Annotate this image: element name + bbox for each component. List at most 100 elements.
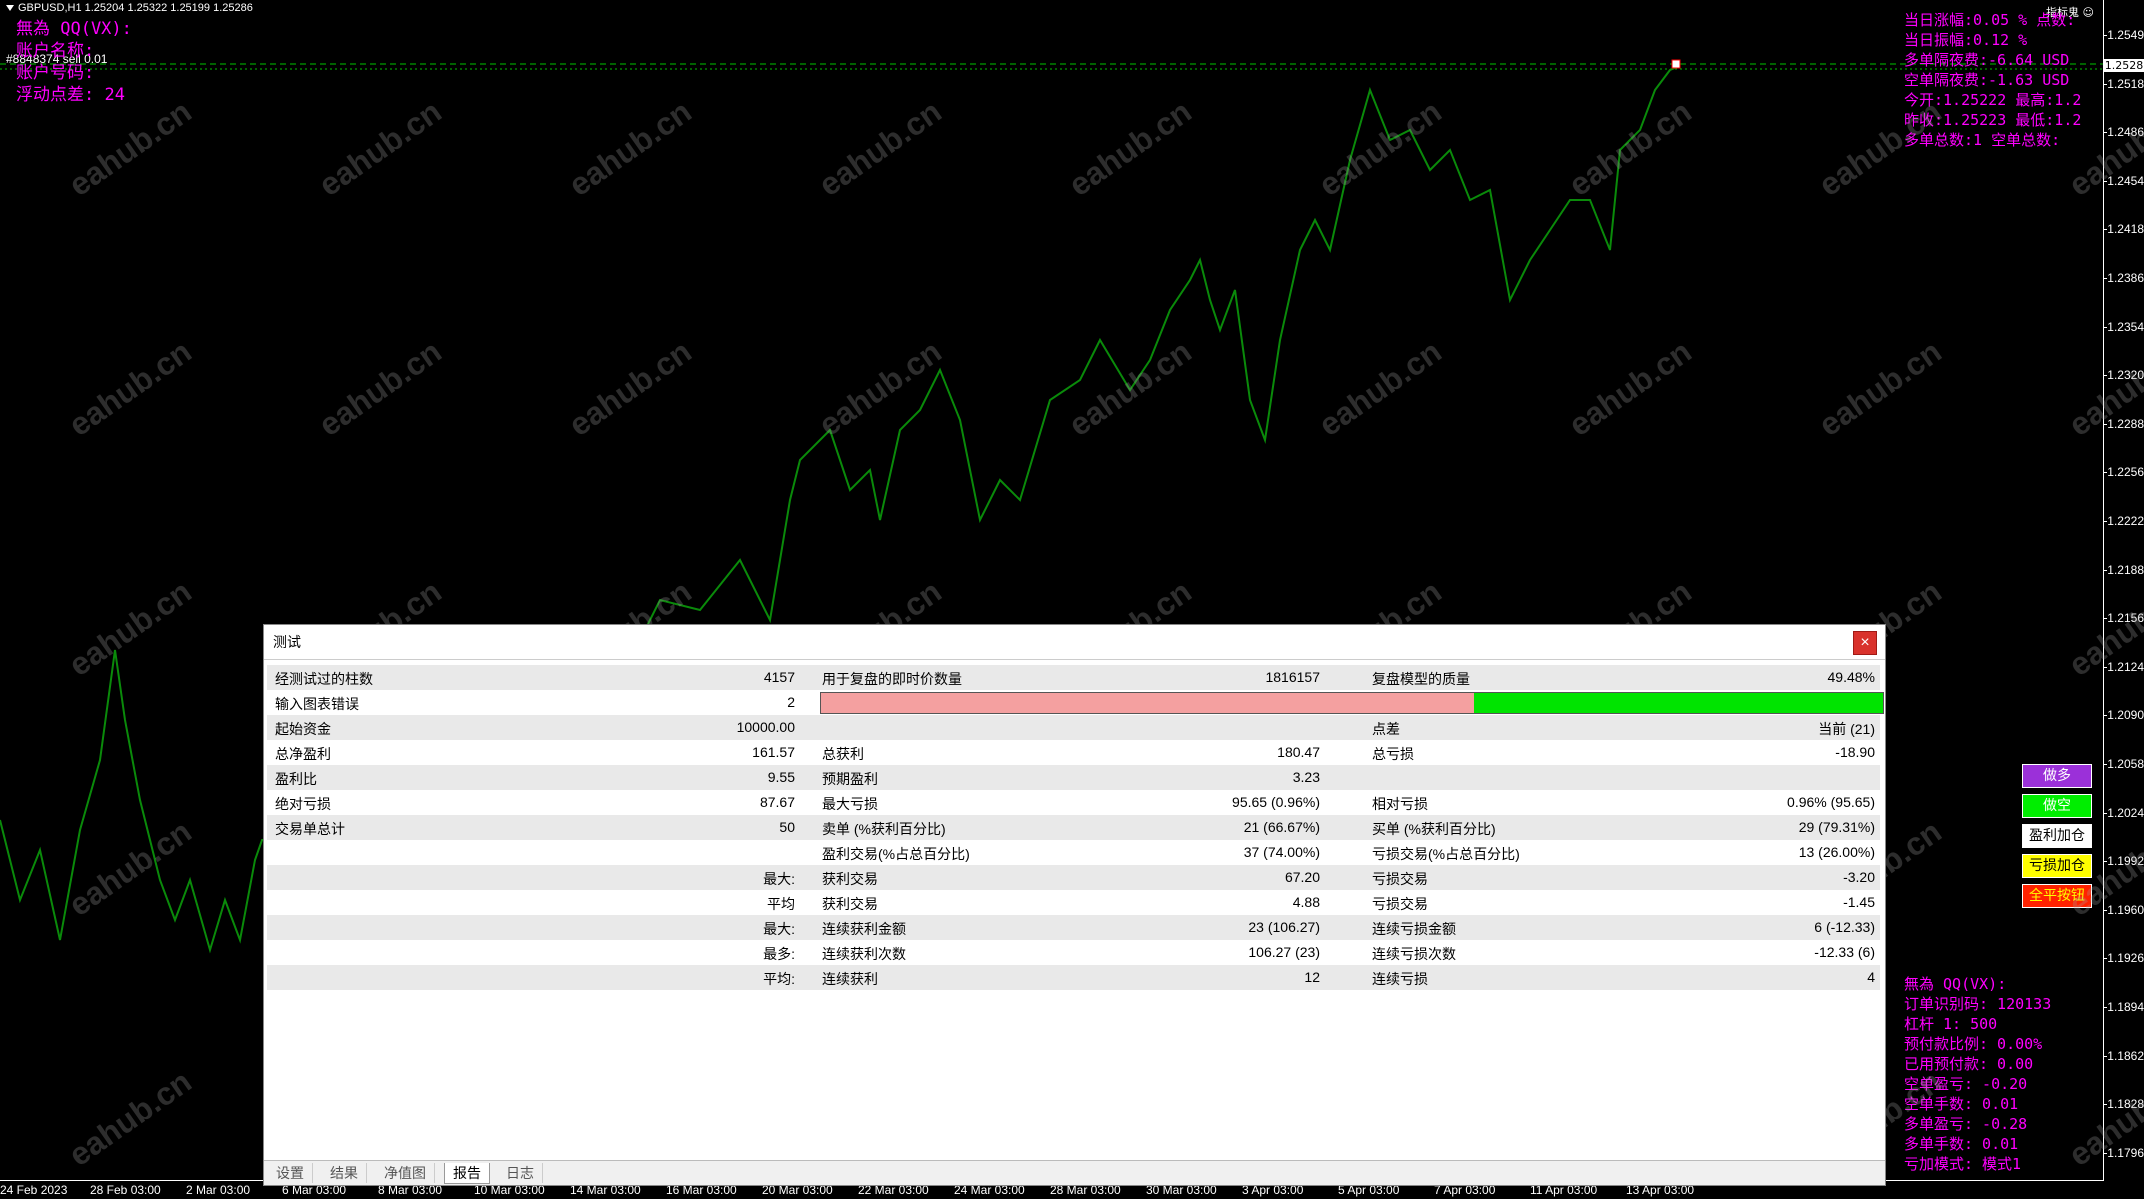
trade-button[interactable]: 做多: [2022, 764, 2092, 788]
report-cell: 亏损交易(%占总百分比): [1372, 846, 1520, 862]
price-axis[interactable]: 1.2528 1.2549 1.2518 1.2486 1.2454 1.2418 1.2…: [2103, 0, 2144, 1180]
price-tick-label: 1.2256: [2103, 465, 2144, 480]
report-cell: 连续亏损金额: [1372, 921, 1456, 937]
report-cell: 卖单 (%获利百分比): [822, 821, 946, 837]
tester-tab[interactable]: 设置: [268, 1163, 313, 1183]
price-tick-label: 1.2188: [2103, 562, 2144, 577]
tester-tabs: 设置 结果 净值图 报告 日志: [264, 1160, 1885, 1185]
report-cell: 起始资金: [275, 721, 331, 737]
report-cell: 连续亏损: [1372, 971, 1428, 987]
trade-button[interactable]: 亏损加仓: [2022, 854, 2092, 878]
report-row: 总净盈利 161.57 总获利 180.47 总亏损 -18.90: [267, 740, 1880, 765]
report-row: 起始资金 10000.00 点差 当前 (21): [267, 715, 1880, 740]
info-line: 無為 QQ(VX):: [16, 19, 132, 39]
report-cell: -1.45: [1843, 894, 1875, 910]
report-cell: 总净盈利: [275, 746, 331, 762]
report-cell: 67.20: [1284, 869, 1320, 885]
report-cell: 交易单总计: [275, 821, 345, 837]
report-cell: 输入图表错误: [275, 696, 359, 712]
report-cell: 2: [787, 694, 795, 710]
report-cell: 49.48%: [1827, 669, 1875, 685]
report-cell: 最大:: [763, 921, 795, 937]
report-cell: -12.33 (6): [1814, 944, 1875, 960]
report-cell: 4157: [763, 669, 795, 685]
info-line: 已用预付款: 0.00: [1904, 1055, 2034, 1073]
info-line: 多单总数:1 空单总数:: [1904, 131, 2061, 149]
report-cell: 获利交易: [822, 896, 878, 912]
report-cell: 买单 (%获利百分比): [1372, 821, 1496, 837]
report-cell: 最多:: [763, 946, 795, 962]
report-cell: 相对亏损: [1372, 796, 1428, 812]
report-cell: 最大:: [763, 871, 795, 887]
price-tick-label: 1.2418: [2103, 222, 2144, 237]
info-line: 今开:1.25222 最高:1.2: [1904, 91, 2082, 109]
report-cell: 点差: [1372, 721, 1400, 737]
report-row: 盈利交易(%占总百分比) 37 (74.00%) 亏损交易(%占总百分比) 13 (2…: [267, 840, 1880, 865]
trade-button[interactable]: 做空: [2022, 794, 2092, 818]
report-cell: 亏损交易: [1372, 896, 1428, 912]
report-cell: 106.27 (23): [1248, 944, 1320, 960]
time-tick-label: 24 Feb 2023: [0, 1183, 68, 1197]
price-tick-label: 1.2288: [2103, 416, 2144, 431]
report-cell: 连续亏损次数: [1372, 946, 1456, 962]
info-line: 空单手数: 0.01: [1904, 1095, 2019, 1113]
report-cell: 总获利: [822, 746, 864, 762]
quality-bar-ok: [1474, 693, 1883, 713]
price-tick-label: 1.2058: [2103, 757, 2144, 771]
report-cell: 12: [1304, 969, 1320, 985]
report-cell: 1816157: [1265, 669, 1320, 685]
dropdown-triangle-icon[interactable]: [6, 5, 14, 12]
top-left-info: 無為 QQ(VX): 账户名称: 账户号码: 浮动点差: 24: [16, 18, 132, 106]
info-line: 当日振幅:0.12 %: [1904, 31, 2028, 49]
tester-tab[interactable]: 结果: [322, 1163, 367, 1183]
report-cell: 连续获利金额: [822, 921, 906, 937]
report-cell: 87.67: [759, 794, 795, 810]
price-tick-label: 1.1796: [2103, 1145, 2144, 1160]
report-cell: 29 (79.31%): [1798, 819, 1875, 835]
price-tick-label: 1.1960: [2103, 902, 2144, 917]
report-cell: 0.96% (95.65): [1787, 794, 1875, 810]
report-cell: 当前 (21): [1818, 721, 1875, 737]
close-icon[interactable]: ×: [1853, 631, 1877, 655]
quality-bar-error: [821, 693, 1475, 713]
price-tick-label: 1.2222: [2103, 514, 2144, 528]
smiley-icon: ☺: [2082, 6, 2094, 19]
report-cell: 4.88: [1292, 894, 1320, 910]
info-line: 多单手数: 0.01: [1904, 1135, 2019, 1153]
report-cell: 4: [1867, 969, 1875, 985]
price-tick-label: 1.2549: [2103, 28, 2144, 42]
info-line: 亏加模式: 模式1: [1904, 1155, 2022, 1173]
report-cell: 21 (66.67%): [1243, 819, 1320, 835]
price-tick-label: 1.2386: [2103, 271, 2144, 285]
report-row: 经测试过的柱数 4157 用于复盘的即时价数量 1816157 复盘模型的质量 49.48…: [267, 665, 1880, 690]
tester-tab[interactable]: 净值图: [376, 1163, 435, 1183]
report-cell: 10000.00: [736, 719, 795, 735]
price-tick-label: 1.1992: [2103, 854, 2144, 869]
report-row: 最多: 连续获利次数 106.27 (23) 连续亏损次数 -12.33 (6): [267, 940, 1880, 965]
price-tick-label: 1.2320: [2103, 368, 2144, 383]
info-line: 空单盈亏: -0.20: [1904, 1075, 2028, 1093]
dialog-title: 测试: [264, 625, 1885, 660]
report-cell: 6 (-12.33): [1814, 919, 1875, 935]
info-line: 当日涨幅:0.05 % 点数:: [1904, 11, 2076, 29]
report-row: 绝对亏损 87.67 最大亏损 95.65 (0.96%) 相对亏损 0.96% (95.…: [267, 790, 1880, 815]
order-marker: [1671, 59, 1681, 69]
symbol-header: GBPUSD,H1 1.25204 1.25322 1.25199 1.2528…: [6, 2, 253, 14]
report-row: 最大: 连续获利金额 23 (106.27) 连续亏损金额 6 (-12.33): [267, 915, 1880, 940]
tester-tab[interactable]: 日志: [498, 1163, 543, 1183]
report-cell: 总亏损: [1372, 746, 1414, 762]
info-line: 账户名称:: [16, 41, 95, 61]
top-right-info: 当日涨幅:0.05 % 点数: 当日振幅:0.12 % 多单隔夜费:-6.64 …: [1904, 10, 2081, 150]
trade-button[interactable]: 全平按钮: [2022, 884, 2092, 908]
tester-tab[interactable]: 报告: [444, 1163, 490, 1184]
report-cell: 连续获利: [822, 971, 878, 987]
report-cell: 绝对亏损: [275, 796, 331, 812]
report-cell: 最大亏损: [822, 796, 878, 812]
trade-button[interactable]: 盈利加仓: [2022, 824, 2092, 848]
report-cell: 连续获利次数: [822, 946, 906, 962]
info-line: 空单隔夜费:-1.63 USD: [1904, 71, 2070, 89]
report-cell: 50: [779, 819, 795, 835]
report-cell: -18.90: [1835, 744, 1875, 760]
report-cell: 经测试过的柱数: [275, 671, 373, 687]
info-line: 浮动点差: 24: [16, 85, 125, 105]
